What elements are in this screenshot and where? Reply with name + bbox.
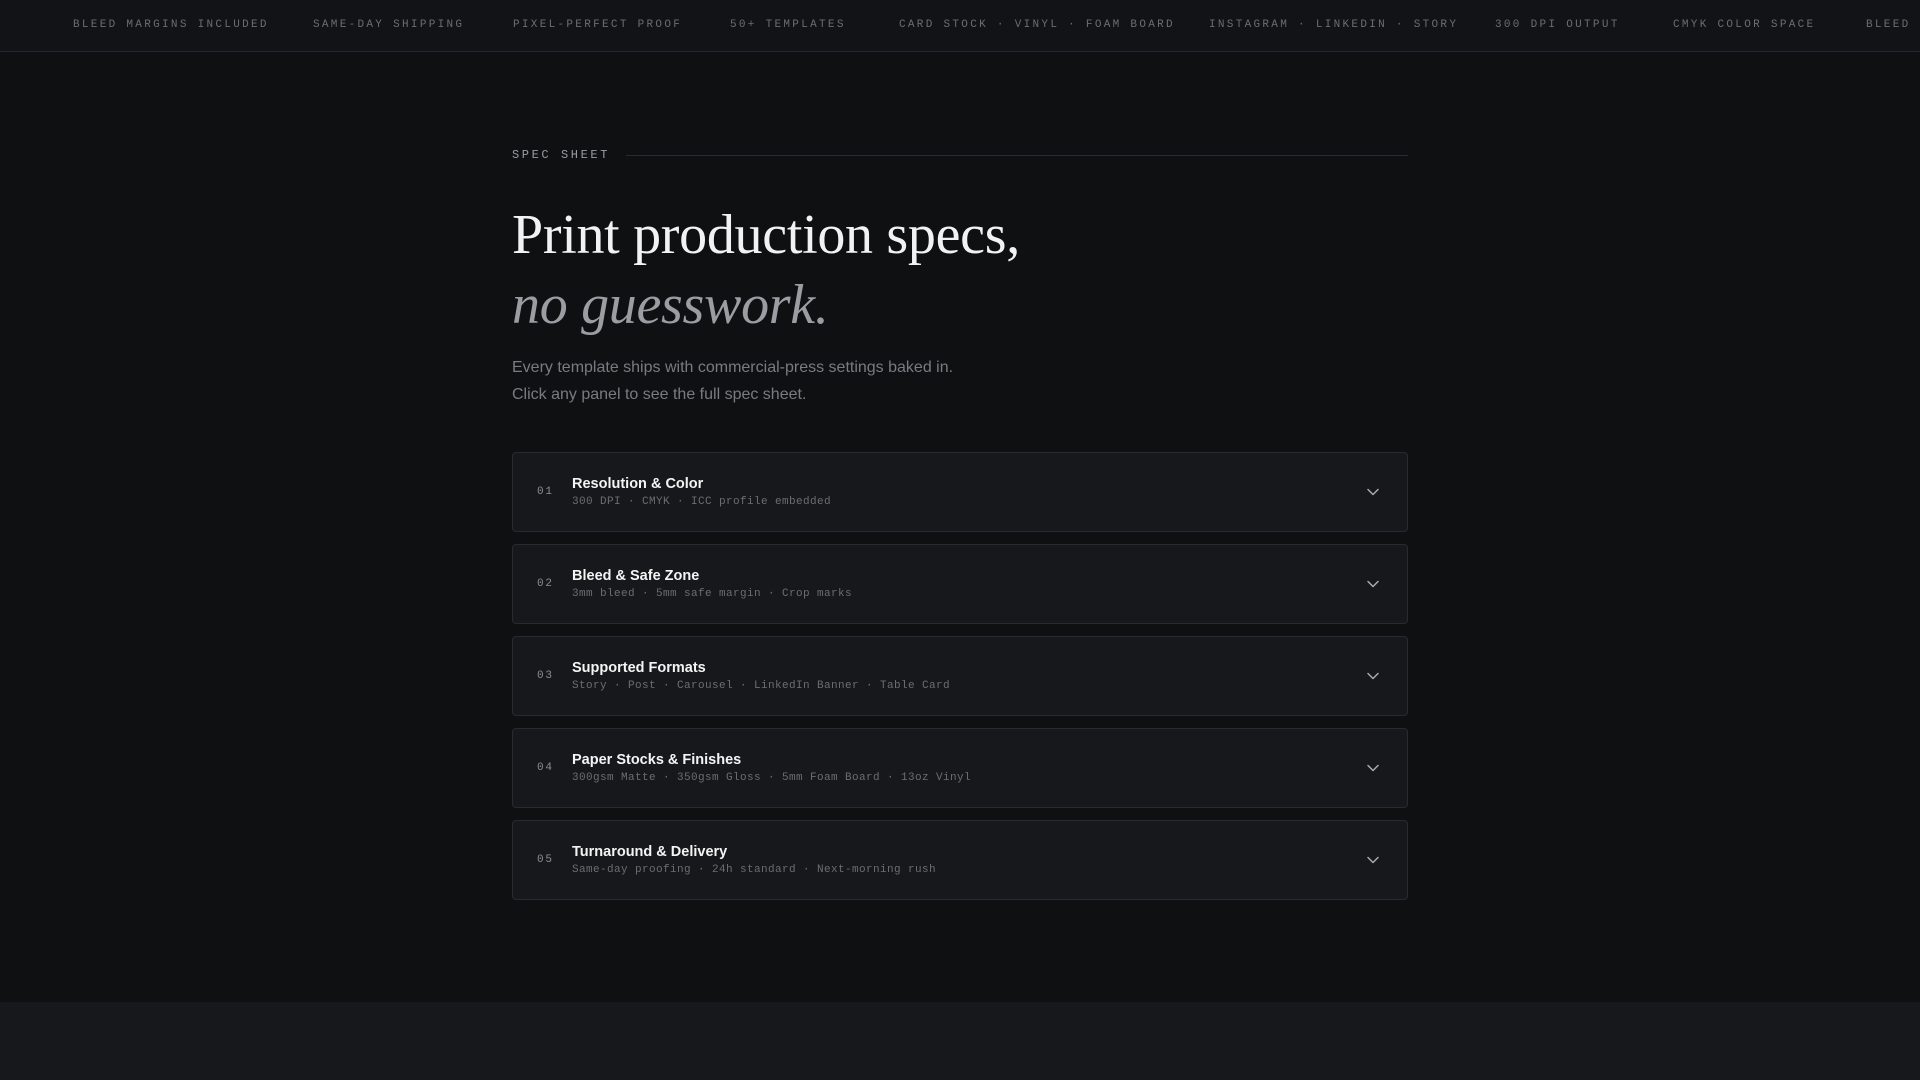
description-line-2: Click any panel to see the full spec she… xyxy=(512,386,807,403)
chevron-down-icon[interactable] xyxy=(1363,666,1383,686)
panel-number: 04 xyxy=(537,762,554,774)
panel-subtitle: Same-day proofing · 24h standard · Next-… xyxy=(572,864,937,876)
accordion-panel-bleed-safe-zone[interactable]: 02 Bleed & Safe Zone 3mm bleed · 5mm saf… xyxy=(512,544,1408,624)
chevron-down-icon[interactable] xyxy=(1363,758,1383,778)
panel-number: 03 xyxy=(537,670,554,682)
panel-title: Resolution & Color xyxy=(572,476,704,492)
chevron-down-icon[interactable] xyxy=(1363,574,1383,594)
accordion-panel-resolution-color[interactable]: 01 Resolution & Color 300 DPI · CMYK · I… xyxy=(512,452,1408,532)
panel-title: Supported Formats xyxy=(572,660,706,676)
chevron-down-icon[interactable] xyxy=(1363,850,1383,870)
panel-number: 01 xyxy=(537,486,554,498)
spec-sheet-section: SPEC SHEET Print production specs, no gu… xyxy=(512,140,1408,900)
accordion-panel-paper-stocks[interactable]: 04 Paper Stocks & Finishes 300gsm Matte … xyxy=(512,728,1408,808)
divider xyxy=(626,154,1408,156)
panel-body: Turnaround & Delivery Same-day proofing … xyxy=(572,844,1363,876)
panel-body: Paper Stocks & Finishes 300gsm Matte · 3… xyxy=(572,752,1363,784)
panel-subtitle: 3mm bleed · 5mm safe margin · Crop marks xyxy=(572,588,853,600)
panel-subtitle: 300 DPI · CMYK · ICC profile embedded xyxy=(572,496,832,508)
panel-number: 02 xyxy=(537,578,554,590)
accordion-panel-supported-formats[interactable]: 03 Supported Formats Story · Post · Caro… xyxy=(512,636,1408,716)
ticker-item: 50+ TEMPLATES xyxy=(730,19,846,31)
panel-body: Resolution & Color 300 DPI · CMYK · ICC … xyxy=(572,476,1363,508)
panel-title: Paper Stocks & Finishes xyxy=(572,752,742,768)
headline-line-1: Print production specs, xyxy=(512,204,1020,266)
panel-body: Bleed & Safe Zone 3mm bleed · 5mm safe m… xyxy=(572,568,1363,600)
panel-subtitle: Story · Post · Carousel · LinkedIn Banne… xyxy=(572,680,951,692)
ticker-item: SAME-DAY SHIPPING xyxy=(313,19,465,31)
ticker-item: 300 DPI OUTPUT xyxy=(1495,19,1620,31)
ticker-bar: E BLEED MARGINS INCLUDED SAME-DAY SHIPPI… xyxy=(0,0,1920,52)
ticker-item: CARD STOCK · VINYL · FOAM BOARD xyxy=(899,19,1175,31)
panel-title: Turnaround & Delivery xyxy=(572,844,728,860)
chevron-down-icon[interactable] xyxy=(1363,482,1383,502)
eyebrow-row: SPEC SHEET xyxy=(512,140,1408,170)
ticker-item: INSTAGRAM · LINKEDIN · STORY xyxy=(1209,19,1459,31)
panel-title: Bleed & Safe Zone xyxy=(572,568,700,584)
ticker-item: PIXEL-PERFECT PROOF xyxy=(513,19,683,31)
section-description: Every template ships with commercial-pre… xyxy=(512,354,1032,408)
section-eyebrow: SPEC SHEET xyxy=(512,148,611,162)
ticker-item: CMYK COLOR SPACE xyxy=(1673,19,1816,31)
headline-line-2: no guesswork. xyxy=(512,274,829,336)
page-title: Print production specs, no guesswork. xyxy=(512,200,1408,340)
accordion-panel-turnaround-delivery[interactable]: 05 Turnaround & Delivery Same-day proofi… xyxy=(512,820,1408,900)
footer-band xyxy=(0,1002,1920,1080)
panel-subtitle: 300gsm Matte · 350gsm Gloss · 5mm Foam B… xyxy=(572,772,972,784)
panel-body: Supported Formats Story · Post · Carouse… xyxy=(572,660,1363,692)
spec-accordion: 01 Resolution & Color 300 DPI · CMYK · I… xyxy=(512,452,1408,900)
ticker-item: BLEED MARGINS INCLUDED xyxy=(73,19,269,31)
ticker-item: BLEED M xyxy=(1866,19,1920,31)
description-line-1: Every template ships with commercial-pre… xyxy=(512,359,954,376)
panel-number: 05 xyxy=(537,854,554,866)
